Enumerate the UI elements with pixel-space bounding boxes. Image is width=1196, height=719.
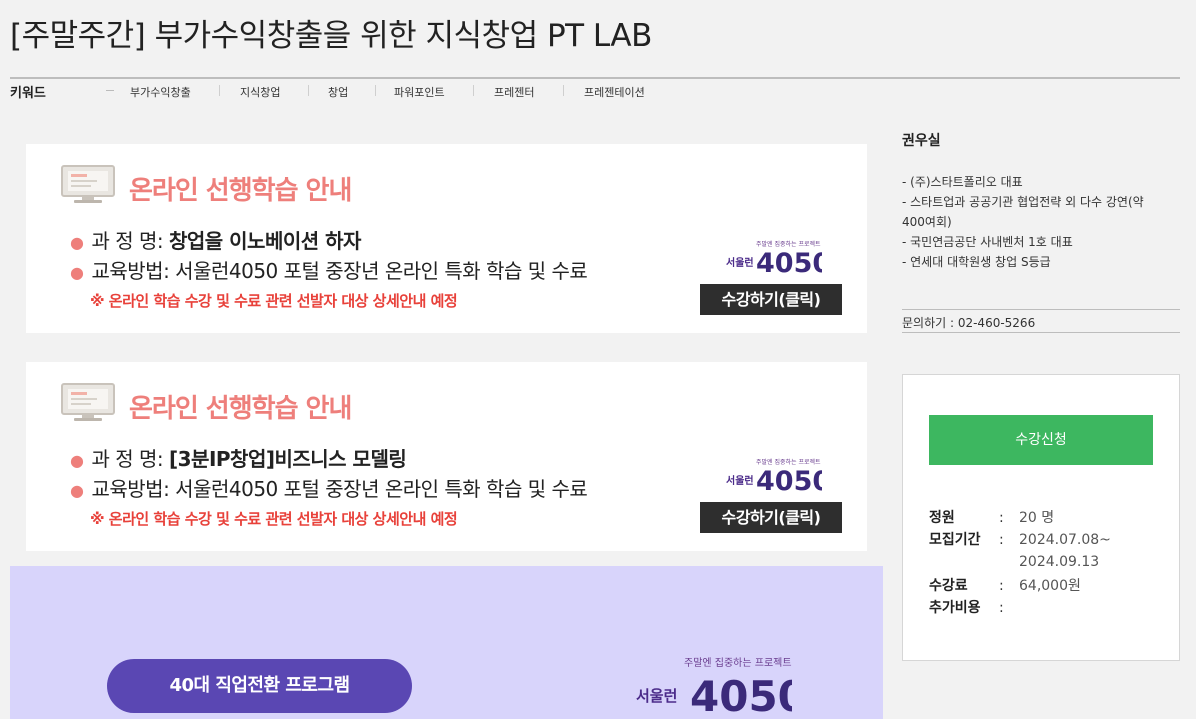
info-colon: :: [999, 510, 1004, 526]
contact-info: 문의하기 : 02-460-5266: [902, 316, 1036, 330]
info-value: 20 명: [1019, 510, 1055, 526]
enroll-click-button[interactable]: 수강하기(클릭): [700, 502, 842, 533]
divider: [902, 332, 1180, 333]
instructor-bio: - (주)스타트폴리오 대표 - 스타트업과 공공기관 협업전략 외 다수 강연…: [902, 172, 1182, 272]
bio-line: - 스타트업과 공공기관 협업전략 외 다수 강연(약: [902, 195, 1144, 209]
enroll-box: 수강신청 정원 : 20 명 모집기간 : 2024.07.08~ 2024.0…: [902, 374, 1180, 661]
promo-banner[interactable]: 40대 직업전환 프로그램 주말엔 집중하는 프로젝트 서울런 4050: [10, 566, 883, 719]
banner-heading: 온라인 선행학습 안내: [129, 176, 352, 206]
info-key: 정원: [929, 510, 955, 526]
svg-text:주말엔 집중하는 프로젝트: 주말엔 집중하는 프로젝트: [756, 458, 821, 466]
divider: [902, 309, 1180, 310]
info-colon: :: [999, 532, 1004, 548]
title-divider: [10, 77, 1180, 79]
banner-heading: 온라인 선행학습 안내: [129, 394, 352, 424]
keyword-link[interactable]: 창업: [328, 84, 348, 100]
svg-text:주말엔 집중하는 프로젝트: 주말엔 집중하는 프로젝트: [684, 656, 792, 669]
method-line: ● 교육방법: 서울런4050 포털 중장년 온라인 특화 학습 및 수료: [70, 259, 588, 283]
keyword-link[interactable]: 부가수익창출: [130, 84, 191, 100]
svg-text:4050: 4050: [756, 466, 822, 494]
svg-text:서울런: 서울런: [726, 256, 754, 269]
course-name-line: ● 과 정 명: [3분IP창업]비즈니스 모델링: [70, 447, 407, 471]
keyword-label: 키워드: [10, 86, 46, 101]
info-key: 모집기간: [929, 532, 981, 548]
info-value: 2024.07.08~: [1019, 532, 1111, 548]
keyword-row: 키워드 부가수익창출 지식창업 창업 파워포인트 프레젠터 프레젠테이션: [10, 82, 710, 101]
career-change-program-button[interactable]: 40대 직업전환 프로그램: [107, 659, 412, 713]
keyword-separator: [375, 85, 376, 96]
apply-button[interactable]: 수강신청: [929, 415, 1153, 465]
svg-text:4050: 4050: [690, 672, 792, 719]
svg-text:4050: 4050: [756, 248, 822, 276]
keyword-link[interactable]: 프레젠터: [494, 84, 534, 100]
bio-line: - 국민연금공단 사내벤처 1호 대표: [902, 235, 1073, 249]
method-line: ● 교육방법: 서울런4050 포털 중장년 온라인 특화 학습 및 수료: [70, 477, 588, 501]
keyword-link[interactable]: 지식창업: [240, 84, 280, 100]
seoul-learn-4050-logo: 주말엔 집중하는 프로젝트 서울런 4050: [726, 458, 822, 494]
online-course-banner[interactable]: 온라인 선행학습 안내 ● 과 정 명: 창업을 이노베이션 하자 ● 교육방법: …: [26, 144, 867, 333]
page-title: [주말주간] 부가수익창출을 위한 지식창업 PT LAB: [10, 18, 652, 54]
monitor-icon: [61, 165, 115, 203]
svg-text:주말엔 집중하는 프로젝트: 주말엔 집중하는 프로젝트: [756, 240, 821, 248]
bio-line: - 연세대 대학원생 창업 S등급: [902, 255, 1051, 269]
online-course-banner[interactable]: 온라인 선행학습 안내 ● 과 정 명: [3분IP창업]비즈니스 모델링 ● 교육…: [26, 362, 867, 551]
info-key: 수강료: [929, 578, 968, 594]
banner-note: ※ 온라인 학습 수강 및 수료 관련 선발자 대상 상세안내 예정: [90, 292, 458, 310]
keyword-divider: [106, 90, 114, 91]
info-colon: :: [999, 600, 1004, 616]
info-key: 추가비용: [929, 600, 981, 616]
bio-line: 400여회): [902, 215, 952, 229]
seoul-learn-4050-logo: 주말엔 집중하는 프로젝트 서울런 4050: [636, 656, 792, 719]
keyword-separator: [563, 85, 564, 96]
info-value: 2024.09.13: [1019, 554, 1100, 570]
keyword-separator: [219, 85, 220, 96]
svg-text:서울런: 서울런: [636, 687, 677, 705]
info-colon: :: [999, 578, 1004, 594]
keyword-separator: [473, 85, 474, 96]
instructor-name: 권우실: [902, 133, 941, 149]
info-value: 64,000원: [1019, 578, 1081, 594]
course-name-line: ● 과 정 명: 창업을 이노베이션 하자: [70, 229, 361, 253]
keyword-link[interactable]: 프레젠테이션: [584, 84, 645, 100]
enroll-click-button[interactable]: 수강하기(클릭): [700, 284, 842, 315]
seoul-learn-4050-logo: 주말엔 집중하는 프로젝트 서울런 4050: [726, 240, 822, 276]
monitor-icon: [61, 383, 115, 421]
bio-line: - (주)스타트폴리오 대표: [902, 175, 1023, 189]
keyword-link[interactable]: 파워포인트: [394, 84, 445, 100]
banner-note: ※ 온라인 학습 수강 및 수료 관련 선발자 대상 상세안내 예정: [90, 510, 458, 528]
svg-text:서울런: 서울런: [726, 474, 754, 487]
keyword-separator: [308, 85, 309, 96]
